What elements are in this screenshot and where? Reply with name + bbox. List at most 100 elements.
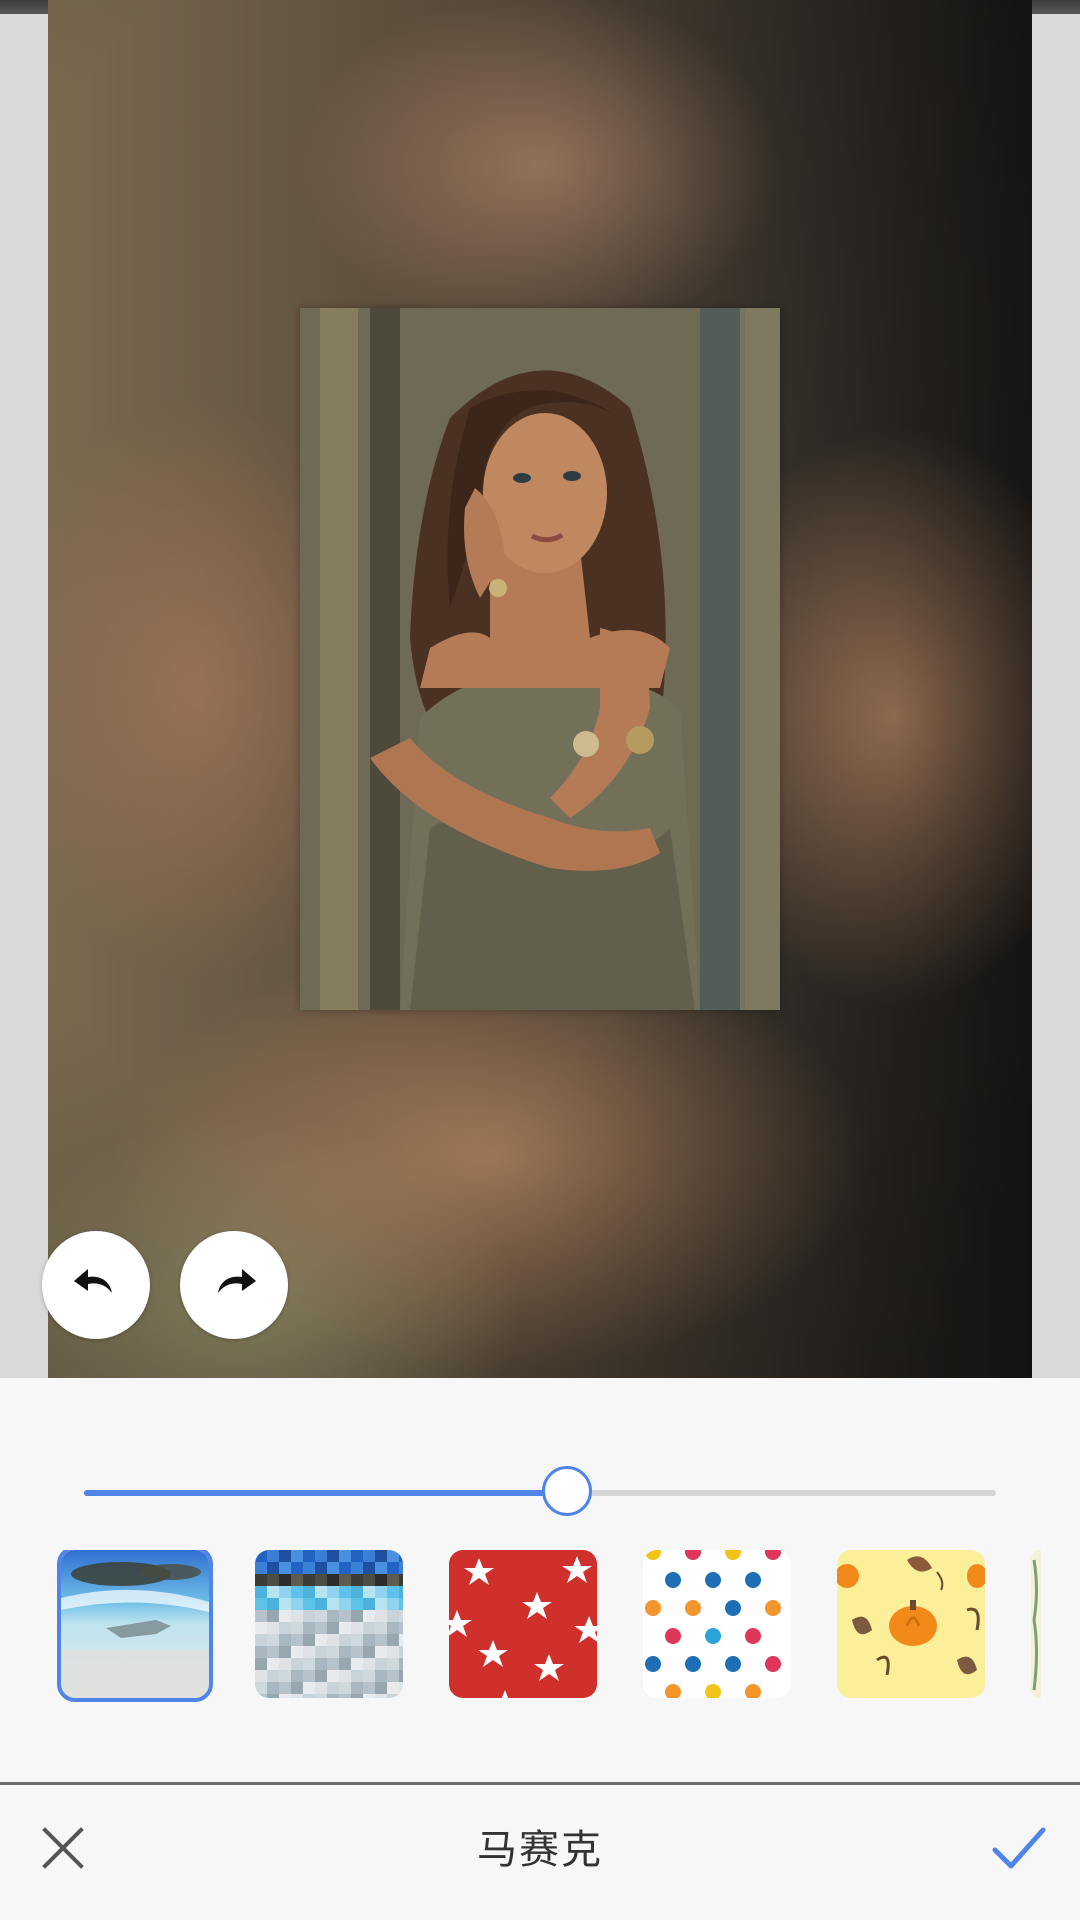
cancel-button[interactable]: [30, 1817, 96, 1883]
mosaic-pixel: [255, 1646, 267, 1658]
mosaic-pixel: [267, 1682, 279, 1694]
mosaic-pixel: [255, 1586, 267, 1598]
mosaic-pixel: [279, 1622, 291, 1634]
mosaic-pixel: [255, 1610, 267, 1622]
mosaic-pixel: [363, 1670, 375, 1682]
mosaic-pixel: [387, 1694, 399, 1698]
mosaic-pixel: [375, 1598, 387, 1610]
confirm-button[interactable]: [984, 1817, 1054, 1883]
mosaic-pixel: [363, 1658, 375, 1670]
mosaic-pixel: [399, 1610, 403, 1622]
mosaic-pixel: [327, 1574, 339, 1586]
mosaic-pixel: [399, 1694, 403, 1698]
pattern-polka-dots[interactable]: [643, 1550, 791, 1698]
mosaic-pixel: [351, 1622, 363, 1634]
mosaic-pixel: [375, 1550, 387, 1562]
editing-canvas[interactable]: [0, 0, 1080, 1378]
mosaic-pixel: [375, 1610, 387, 1622]
mosaic-pixel: [387, 1550, 399, 1562]
pattern-pixel-mosaic[interactable]: [255, 1550, 403, 1698]
mosaic-pixel: [303, 1562, 315, 1574]
mosaic-pixel: [291, 1682, 303, 1694]
mosaic-pixel: [255, 1694, 267, 1698]
mosaic-pixel: [279, 1562, 291, 1574]
mosaic-pixel: [327, 1670, 339, 1682]
mosaic-pixel: [339, 1682, 351, 1694]
undo-button[interactable]: [42, 1231, 150, 1339]
mosaic-pixel: [279, 1610, 291, 1622]
mosaic-pixel: [387, 1586, 399, 1598]
mosaic-pixel: [303, 1586, 315, 1598]
mosaic-pixel: [267, 1658, 279, 1670]
mosaic-pixel: [399, 1562, 403, 1574]
mosaic-pixel: [339, 1670, 351, 1682]
mosaic-pixel: [327, 1562, 339, 1574]
mosaic-pixel: [327, 1694, 339, 1698]
mosaic-pixel: [351, 1598, 363, 1610]
mosaic-pixel: [315, 1550, 327, 1562]
mosaic-pixel: [315, 1658, 327, 1670]
mosaic-pixel: [387, 1658, 399, 1670]
mosaic-pixel: [399, 1598, 403, 1610]
mosaic-pixel: [387, 1646, 399, 1658]
redo-button[interactable]: [180, 1231, 288, 1339]
mosaic-pixel: [327, 1610, 339, 1622]
mosaic-pixel: [255, 1574, 267, 1586]
pattern-blurred-beach[interactable]: [57, 1550, 213, 1702]
mosaic-pixel: [399, 1670, 403, 1682]
redo-icon: [208, 1257, 260, 1313]
mosaic-pixel: [303, 1694, 315, 1698]
mosaic-options-panel: [0, 1378, 1080, 1782]
mosaic-pixel: [339, 1598, 351, 1610]
mosaic-pixel: [375, 1694, 387, 1698]
mosaic-pixel: [351, 1682, 363, 1694]
mosaic-pixel: [291, 1550, 303, 1562]
undo-icon: [70, 1257, 122, 1313]
slider-thumb[interactable]: [542, 1466, 592, 1516]
pattern-red-stars[interactable]: [449, 1550, 597, 1698]
mosaic-pixel: [291, 1574, 303, 1586]
mosaic-pixel: [279, 1694, 291, 1698]
mosaic-pixel: [387, 1610, 399, 1622]
mosaic-pixel: [387, 1682, 399, 1694]
mosaic-pixel: [339, 1646, 351, 1658]
mosaic-pixel: [363, 1586, 375, 1598]
mosaic-pixel: [351, 1562, 363, 1574]
mosaic-pixel: [375, 1658, 387, 1670]
mosaic-pixel: [315, 1562, 327, 1574]
mosaic-size-slider[interactable]: [84, 1463, 996, 1523]
mosaic-pixel: [363, 1562, 375, 1574]
mosaic-pixel: [267, 1610, 279, 1622]
pattern-partially-visible[interactable]: [1031, 1550, 1041, 1698]
mosaic-pixel: [303, 1682, 315, 1694]
mosaic-pixel: [339, 1586, 351, 1598]
mosaic-pixel: [279, 1550, 291, 1562]
mosaic-pixel: [315, 1670, 327, 1682]
page-title: 马赛克: [477, 1827, 603, 1873]
mosaic-pixel: [399, 1658, 403, 1670]
mosaic-pixel: [387, 1634, 399, 1646]
mosaic-pixel: [351, 1670, 363, 1682]
mosaic-pixel: [387, 1562, 399, 1574]
mosaic-pixel: [339, 1610, 351, 1622]
portrait-photo[interactable]: [300, 308, 780, 1010]
mosaic-pixel: [291, 1670, 303, 1682]
mosaic-pixel: [279, 1658, 291, 1670]
slider-fill: [84, 1490, 567, 1496]
mosaic-pixel: [327, 1634, 339, 1646]
mosaic-pixel: [267, 1562, 279, 1574]
mosaic-pixel: [315, 1586, 327, 1598]
mosaic-pixel: [291, 1598, 303, 1610]
mosaic-pixel: [387, 1598, 399, 1610]
mosaic-pixel: [303, 1610, 315, 1622]
pattern-picker[interactable]: [0, 1550, 1080, 1710]
mosaic-pixel: [363, 1574, 375, 1586]
mosaic-pixel: [399, 1574, 403, 1586]
pattern-pumpkins[interactable]: [837, 1550, 985, 1698]
mosaic-pixel: [375, 1646, 387, 1658]
mosaic-pixel: [327, 1622, 339, 1634]
mosaic-pixel: [315, 1694, 327, 1698]
mosaic-pixel: [291, 1562, 303, 1574]
mosaic-pixel: [363, 1682, 375, 1694]
mosaic-pixel: [279, 1682, 291, 1694]
